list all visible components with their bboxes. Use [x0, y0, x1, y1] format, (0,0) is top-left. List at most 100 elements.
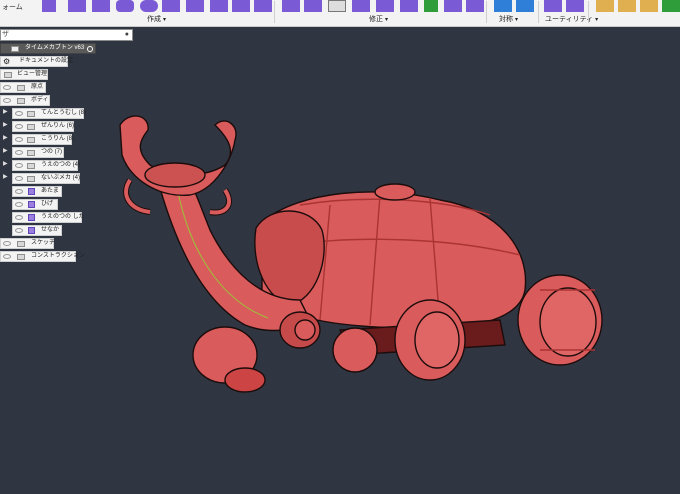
browser-item-horn[interactable]: ▶ つの (7)	[3, 147, 64, 158]
folder-icon	[27, 163, 35, 169]
gear-icon: ⚙	[3, 57, 11, 66]
browser-item-construction[interactable]: コンストラクション	[0, 251, 85, 262]
browser-item-label: あたま	[41, 188, 59, 194]
browser-item-label: ボディ	[31, 97, 49, 103]
browser-item-label: ドキュメントの設定	[19, 58, 74, 64]
folder-icon	[27, 111, 35, 117]
browser-item-label: せなか	[41, 227, 60, 233]
expand-arrow-icon[interactable]: ▶	[3, 160, 8, 169]
browser-item-upper-horn[interactable]: ▶ うえのつの (4)	[3, 160, 81, 171]
browser-item-label: うえのつの (4)	[41, 162, 81, 168]
beetle-car-model	[119, 115, 603, 393]
body-cube-icon	[28, 188, 35, 195]
folder-icon	[4, 72, 12, 78]
expand-arrow-icon[interactable]: ▶	[3, 173, 8, 182]
section-icon[interactable]	[640, 0, 658, 12]
unweld-edges-icon[interactable]	[424, 0, 438, 12]
cylinder-icon[interactable]	[116, 0, 134, 12]
symmetry-group-label[interactable]: 対称 ▾	[499, 14, 518, 24]
fill-hole-icon[interactable]	[376, 0, 394, 12]
browser-item-document-settings[interactable]: ⚙ ドキュメントの設定	[0, 56, 73, 67]
expand-arrow-icon[interactable]: ▶	[3, 108, 8, 117]
visibility-eye-icon[interactable]	[15, 189, 23, 194]
sphere-icon[interactable]	[140, 0, 158, 12]
browser-item-label: こうりん (8)	[41, 136, 75, 142]
crease-icon[interactable]	[444, 0, 462, 12]
circular-internal-icon[interactable]	[516, 0, 534, 12]
browser-item-origin[interactable]: 原点	[0, 82, 46, 93]
pencil-icon[interactable]	[596, 0, 614, 12]
visibility-eye-icon[interactable]	[3, 98, 11, 103]
root-label: タイムメカブトン v63	[25, 45, 85, 51]
box-icon[interactable]	[68, 0, 86, 12]
uncrease-icon[interactable]	[466, 0, 484, 12]
toolbar-separator	[486, 1, 487, 23]
visibility-eye-icon[interactable]	[15, 176, 23, 181]
visibility-eye-icon[interactable]	[15, 215, 23, 220]
torus-icon[interactable]	[162, 0, 180, 12]
browser-item-label: コンストラクション	[31, 253, 85, 259]
visibility-eye-icon[interactable]	[15, 150, 23, 155]
visibility-eye-icon[interactable]	[15, 124, 23, 129]
folder-icon	[17, 241, 25, 247]
toolbar-separator	[588, 1, 589, 23]
modify-group-label[interactable]: 修正 ▾	[369, 14, 388, 24]
quadball-icon[interactable]	[186, 0, 204, 12]
insert-edge-icon[interactable]	[304, 0, 322, 12]
toolbar-separator	[274, 1, 275, 23]
face-icon[interactable]	[232, 0, 250, 12]
browser-item-ladybug[interactable]: ▶ てんとうむし (8)	[3, 108, 87, 119]
browser-item-label: スケッチ	[31, 240, 56, 246]
visibility-eye-icon[interactable]	[15, 202, 23, 207]
plane-icon[interactable]	[92, 0, 110, 12]
activate-radio-icon[interactable]	[87, 46, 93, 52]
bridge-icon[interactable]	[352, 0, 370, 12]
folder-icon	[27, 150, 35, 156]
repair-body-icon[interactable]	[566, 0, 584, 12]
create-group-label[interactable]: 作成 ▾	[147, 14, 166, 24]
subdivide-icon[interactable]	[328, 0, 346, 12]
browser-item-label: てんとうむし (8)	[41, 110, 87, 116]
visibility-eye-icon[interactable]	[15, 137, 23, 142]
utility-group-label[interactable]: ユーティリティ ▾	[545, 14, 598, 24]
model-viewport[interactable]	[0, 0, 680, 494]
measure-icon[interactable]	[618, 0, 636, 12]
display-mode-icon[interactable]	[544, 0, 562, 12]
browser-item-inner-mech[interactable]: ▶ ないぶメカ (4)	[3, 173, 80, 184]
browser-search-input[interactable]: ザ ●	[0, 29, 133, 41]
extrude-icon[interactable]	[254, 0, 272, 12]
expand-arrow-icon[interactable]: ▶	[3, 121, 8, 130]
browser-item-label: うえのつの した	[41, 214, 85, 220]
browser-item-upper-horn-lower-body[interactable]: うえのつの した	[12, 212, 85, 223]
visibility-eye-icon[interactable]	[15, 111, 23, 116]
expand-arrow-icon[interactable]: ▶	[3, 147, 8, 156]
browser-item-label: ひげ	[41, 201, 54, 207]
edit-form-icon[interactable]	[282, 0, 300, 12]
visibility-eye-icon[interactable]	[15, 163, 23, 168]
browser-item-front-wheels[interactable]: ▶ ぜんりん (6)	[3, 121, 75, 132]
document-icon	[11, 46, 19, 52]
browser-root-node[interactable]: タイムメカブトン v63	[0, 43, 96, 54]
browser-item-bodies[interactable]: ボディ	[0, 95, 50, 106]
visibility-eye-icon[interactable]	[3, 254, 11, 259]
finish-icon[interactable]	[662, 0, 680, 12]
browser-item-named-views[interactable]: ビュー管理	[0, 69, 48, 80]
search-clear-icon[interactable]: ●	[125, 30, 129, 40]
visibility-eye-icon[interactable]	[3, 85, 11, 90]
browser-item-rear-wheels[interactable]: ▶ こうりん (8)	[3, 134, 75, 145]
mirror-internal-icon[interactable]	[494, 0, 512, 12]
browser-item-label: ぜんりん (6)	[41, 123, 75, 129]
folder-icon	[17, 98, 25, 104]
browser-item-sketches[interactable]: スケッチ	[0, 238, 56, 249]
workspace-mode-label[interactable]: ォーム	[2, 2, 23, 12]
visibility-eye-icon[interactable]	[3, 241, 11, 246]
browser-item-head-body[interactable]: あたま	[12, 186, 62, 197]
browser-item-back-body[interactable]: せなか	[12, 225, 62, 236]
browser-item-whiskers-body[interactable]: ひげ	[12, 199, 58, 210]
pipe-icon[interactable]	[210, 0, 228, 12]
visibility-eye-icon[interactable]	[15, 228, 23, 233]
toolbar-separator	[538, 1, 539, 23]
weld-vertices-icon[interactable]	[400, 0, 418, 12]
create-form-icon[interactable]	[42, 0, 56, 12]
expand-arrow-icon[interactable]: ▶	[3, 134, 8, 143]
